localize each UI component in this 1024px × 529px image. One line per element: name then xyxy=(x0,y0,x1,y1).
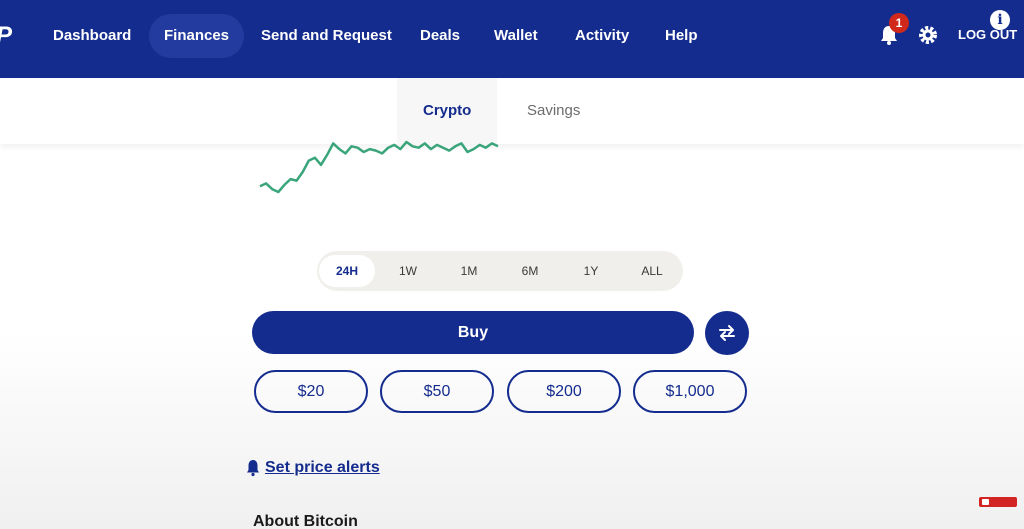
swap-icon xyxy=(719,325,735,341)
swap-button[interactable] xyxy=(705,311,749,355)
buy-button[interactable]: Buy xyxy=(252,311,694,354)
amount-button-50[interactable]: $50 xyxy=(380,370,494,413)
set-price-alerts-label: Set price alerts xyxy=(265,459,380,476)
logout-button[interactable]: LOG OUT xyxy=(958,27,1017,42)
range-all[interactable]: ALL xyxy=(624,255,680,287)
time-range-selector: 24H 1W 1M 6M 1Y ALL xyxy=(317,251,683,291)
notification-badge: 1 xyxy=(889,13,909,33)
sub-navigation: Crypto Savings xyxy=(0,78,1024,144)
bell-icon xyxy=(247,460,259,477)
nav-item-finances[interactable]: Finances xyxy=(149,14,245,58)
subscribe-watermark xyxy=(979,497,1017,507)
about-heading: About Bitcoin xyxy=(253,513,358,529)
nav-item-wallet[interactable]: Wallet xyxy=(479,14,553,58)
range-1m[interactable]: 1M xyxy=(441,255,497,287)
range-1y[interactable]: 1Y xyxy=(563,255,619,287)
nav-item-activity[interactable]: Activity xyxy=(560,14,644,58)
price-chart xyxy=(259,140,499,194)
nav-item-deals[interactable]: Deals xyxy=(405,14,475,58)
range-1w[interactable]: 1W xyxy=(380,255,436,287)
range-6m[interactable]: 6M xyxy=(502,255,558,287)
nav-item-send-and-request[interactable]: Send and Request xyxy=(246,14,407,58)
amount-button-20[interactable]: $20 xyxy=(254,370,368,413)
info-icon[interactable]: i xyxy=(990,10,1010,30)
top-navigation: P Dashboard Finances Send and Request De… xyxy=(0,0,1024,78)
gear-icon[interactable] xyxy=(918,25,938,45)
play-icon xyxy=(982,499,989,505)
tab-crypto[interactable]: Crypto xyxy=(397,78,498,144)
amount-button-1000[interactable]: $1,000 xyxy=(633,370,747,413)
nav-item-help[interactable]: Help xyxy=(650,14,713,58)
paypal-logo[interactable]: P xyxy=(0,24,14,48)
price-chart-line xyxy=(259,140,499,194)
nav-item-dashboard[interactable]: Dashboard xyxy=(38,14,146,58)
range-24h[interactable]: 24H xyxy=(319,255,375,287)
tab-savings[interactable]: Savings xyxy=(501,78,606,144)
amount-button-200[interactable]: $200 xyxy=(507,370,621,413)
